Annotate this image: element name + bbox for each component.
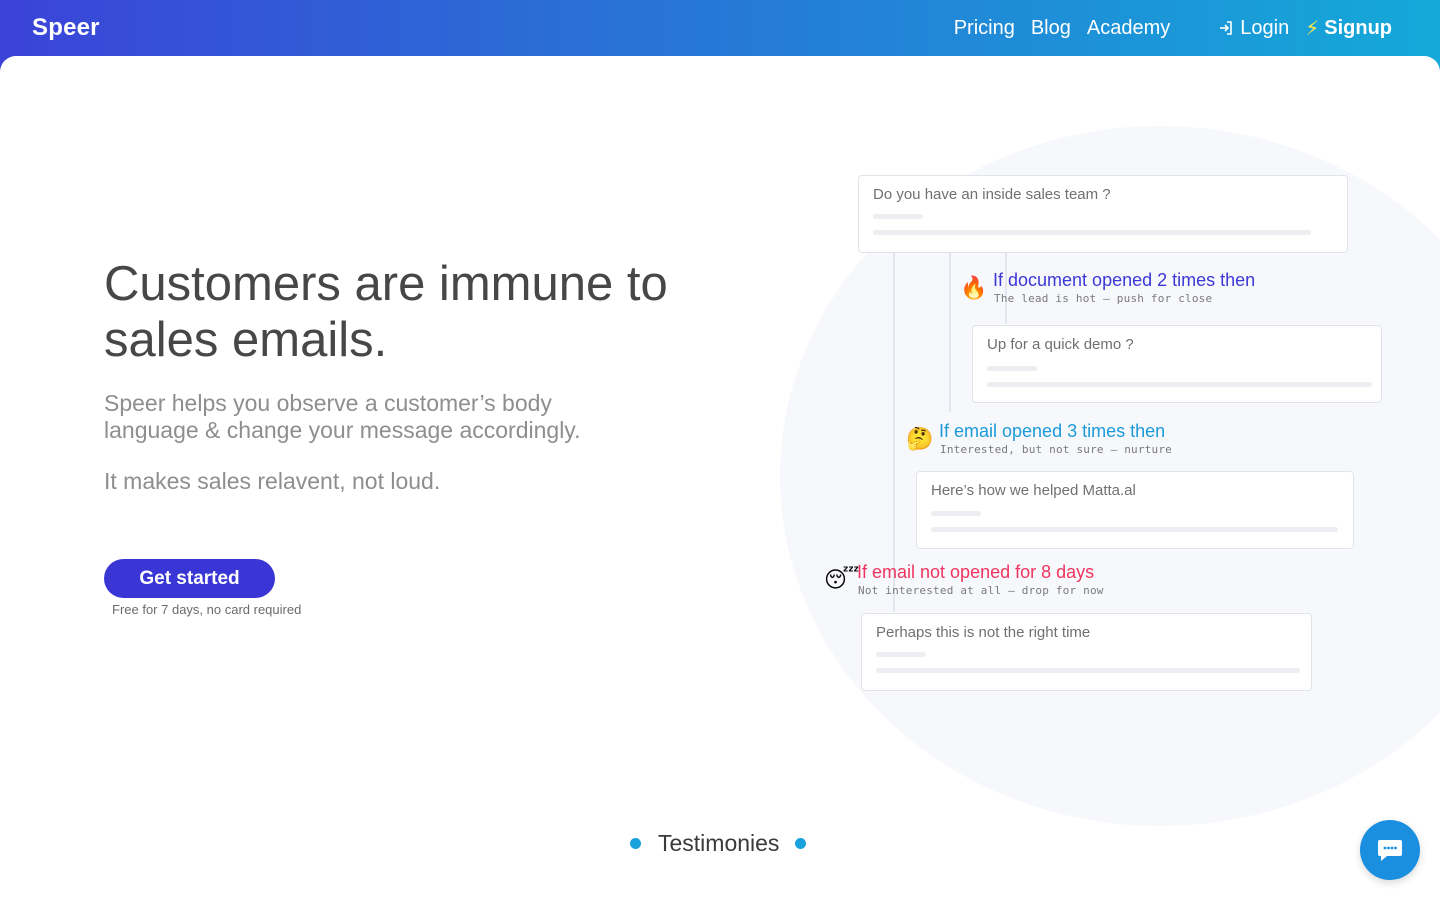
bolt-icon: ⚡ — [1305, 17, 1320, 40]
email-card-title: Do you have an inside sales team ? — [873, 186, 1111, 203]
email-card-title: Up for a quick demo ? — [987, 336, 1134, 353]
condition-note: The lead is hot — push for close — [994, 292, 1213, 305]
email-card-title: Here’s how we helped Matta.al — [931, 482, 1136, 499]
hero-tagline: It makes sales relavent, not loud. — [104, 468, 441, 494]
chat-button[interactable] — [1360, 820, 1420, 880]
dot-icon — [795, 838, 807, 849]
main-nav: Pricing Blog Academy Login ⚡ Signup — [938, 14, 1392, 42]
email-card[interactable]: Up for a quick demo ? — [972, 325, 1382, 403]
flow-connector — [949, 252, 951, 412]
login-link[interactable]: Login — [1218, 17, 1289, 40]
placeholder-line — [987, 366, 1037, 371]
condition-text: If email opened 3 times then — [939, 421, 1166, 441]
nav-link-academy[interactable]: Academy — [1087, 17, 1170, 40]
login-label: Login — [1240, 16, 1290, 39]
testimonies-heading: Testimonies — [630, 830, 807, 857]
flow-connector — [893, 252, 895, 612]
placeholder-line — [931, 511, 981, 516]
get-started-button[interactable]: Get started — [104, 559, 275, 598]
placeholder-line — [876, 652, 926, 657]
top-nav-bar: Speer Pricing Blog Academy Login ⚡ Signu… — [0, 0, 1440, 56]
placeholder-line — [931, 527, 1338, 532]
nav-link-pricing[interactable]: Pricing — [954, 17, 1015, 40]
main-content: Customers are immune to sales emails. Sp… — [0, 56, 1440, 900]
placeholder-line — [873, 230, 1311, 235]
brand-logo[interactable]: Speer — [32, 14, 100, 42]
hero-subtitle: Speer helps you observe a customer’s bod… — [104, 390, 581, 443]
email-card[interactable]: Do you have an inside sales team ? — [858, 175, 1348, 253]
email-card[interactable]: Here’s how we helped Matta.al — [916, 471, 1354, 549]
chat-icon — [1378, 840, 1402, 861]
cta-note: Free for 7 days, no card required — [112, 602, 302, 617]
placeholder-line — [987, 382, 1372, 387]
sleeping-face-icon: 😴 — [824, 568, 860, 593]
condition-text: If document opened 2 times then — [993, 270, 1256, 290]
condition-text: If email not opened for 8 days — [857, 562, 1095, 582]
placeholder-line — [876, 668, 1300, 673]
condition-note: Not interested at all — drop for now — [858, 584, 1104, 597]
dot-icon — [630, 838, 641, 849]
email-card[interactable]: Perhaps this is not the right time — [861, 613, 1312, 691]
signup-label: Signup — [1324, 16, 1392, 39]
signup-link[interactable]: ⚡ Signup — [1305, 16, 1392, 41]
login-icon — [1220, 21, 1233, 35]
hero-headline: Customers are immune to sales emails. — [104, 257, 668, 367]
email-card-title: Perhaps this is not the right time — [876, 624, 1091, 641]
nav-link-blog[interactable]: Blog — [1031, 17, 1071, 40]
thinking-face-icon: 🤔 — [906, 427, 934, 452]
placeholder-line — [873, 214, 923, 219]
fire-icon: 🔥 — [960, 276, 988, 301]
condition-note: Interested, but not sure — nurture — [940, 443, 1172, 456]
testimonies-label: Testimonies — [658, 830, 780, 856]
